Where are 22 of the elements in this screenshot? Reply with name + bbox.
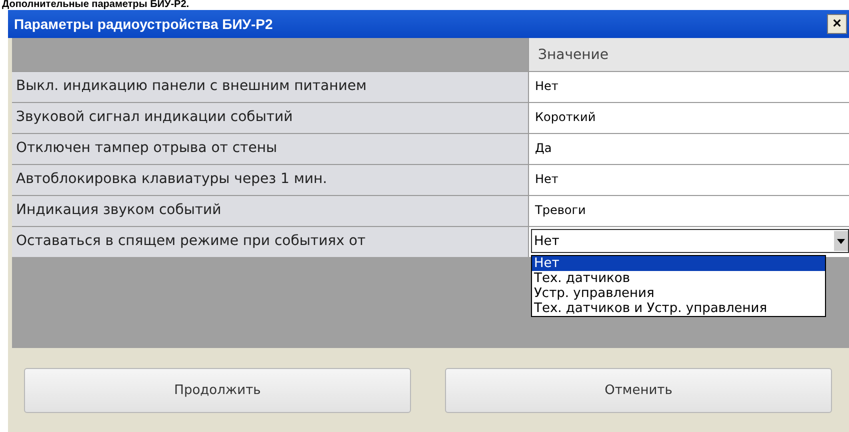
dropdown-option[interactable]: Нет: [532, 256, 825, 271]
table-cell: Автоблокировка клавиатуры через 1 мин.: [12, 165, 528, 195]
dropdown-field[interactable]: Нет: [531, 229, 849, 253]
dropdown-option[interactable]: Устр. управления: [532, 286, 825, 301]
dropdown-option[interactable]: Тех. датчиков и Устр. управления: [532, 301, 825, 316]
table-cell: Звуковой сигнал индикации событий: [12, 103, 528, 133]
table-cell: Нет: [535, 79, 558, 93]
table-cell: Короткий: [535, 110, 596, 124]
dropdown-option[interactable]: Тех. датчиков: [532, 271, 825, 286]
table-cell: Да: [535, 141, 552, 155]
dialog-button[interactable]: Отменить: [445, 368, 832, 413]
table-cell: Оставаться в спящем режиме при событиях от: [12, 227, 528, 257]
page-heading: Дополнительные параметры БИУ-Р2.: [1, 0, 190, 10]
dialog-button[interactable]: Продолжить: [24, 368, 411, 413]
column-header: Значение: [528, 38, 849, 71]
close-button[interactable]: ×: [827, 14, 847, 34]
window-title: Параметры радиоустройства БИУ-Р2: [14, 16, 273, 32]
table-cell: Отключен тампер отрыва от стены: [12, 134, 528, 164]
table-cell: Выкл. индикацию панели с внешним питанием: [12, 72, 528, 102]
table-cell: Тревоги: [535, 203, 586, 217]
table-cell: Нет: [535, 172, 558, 186]
table-cell: Индикация звуком событий: [12, 196, 528, 226]
